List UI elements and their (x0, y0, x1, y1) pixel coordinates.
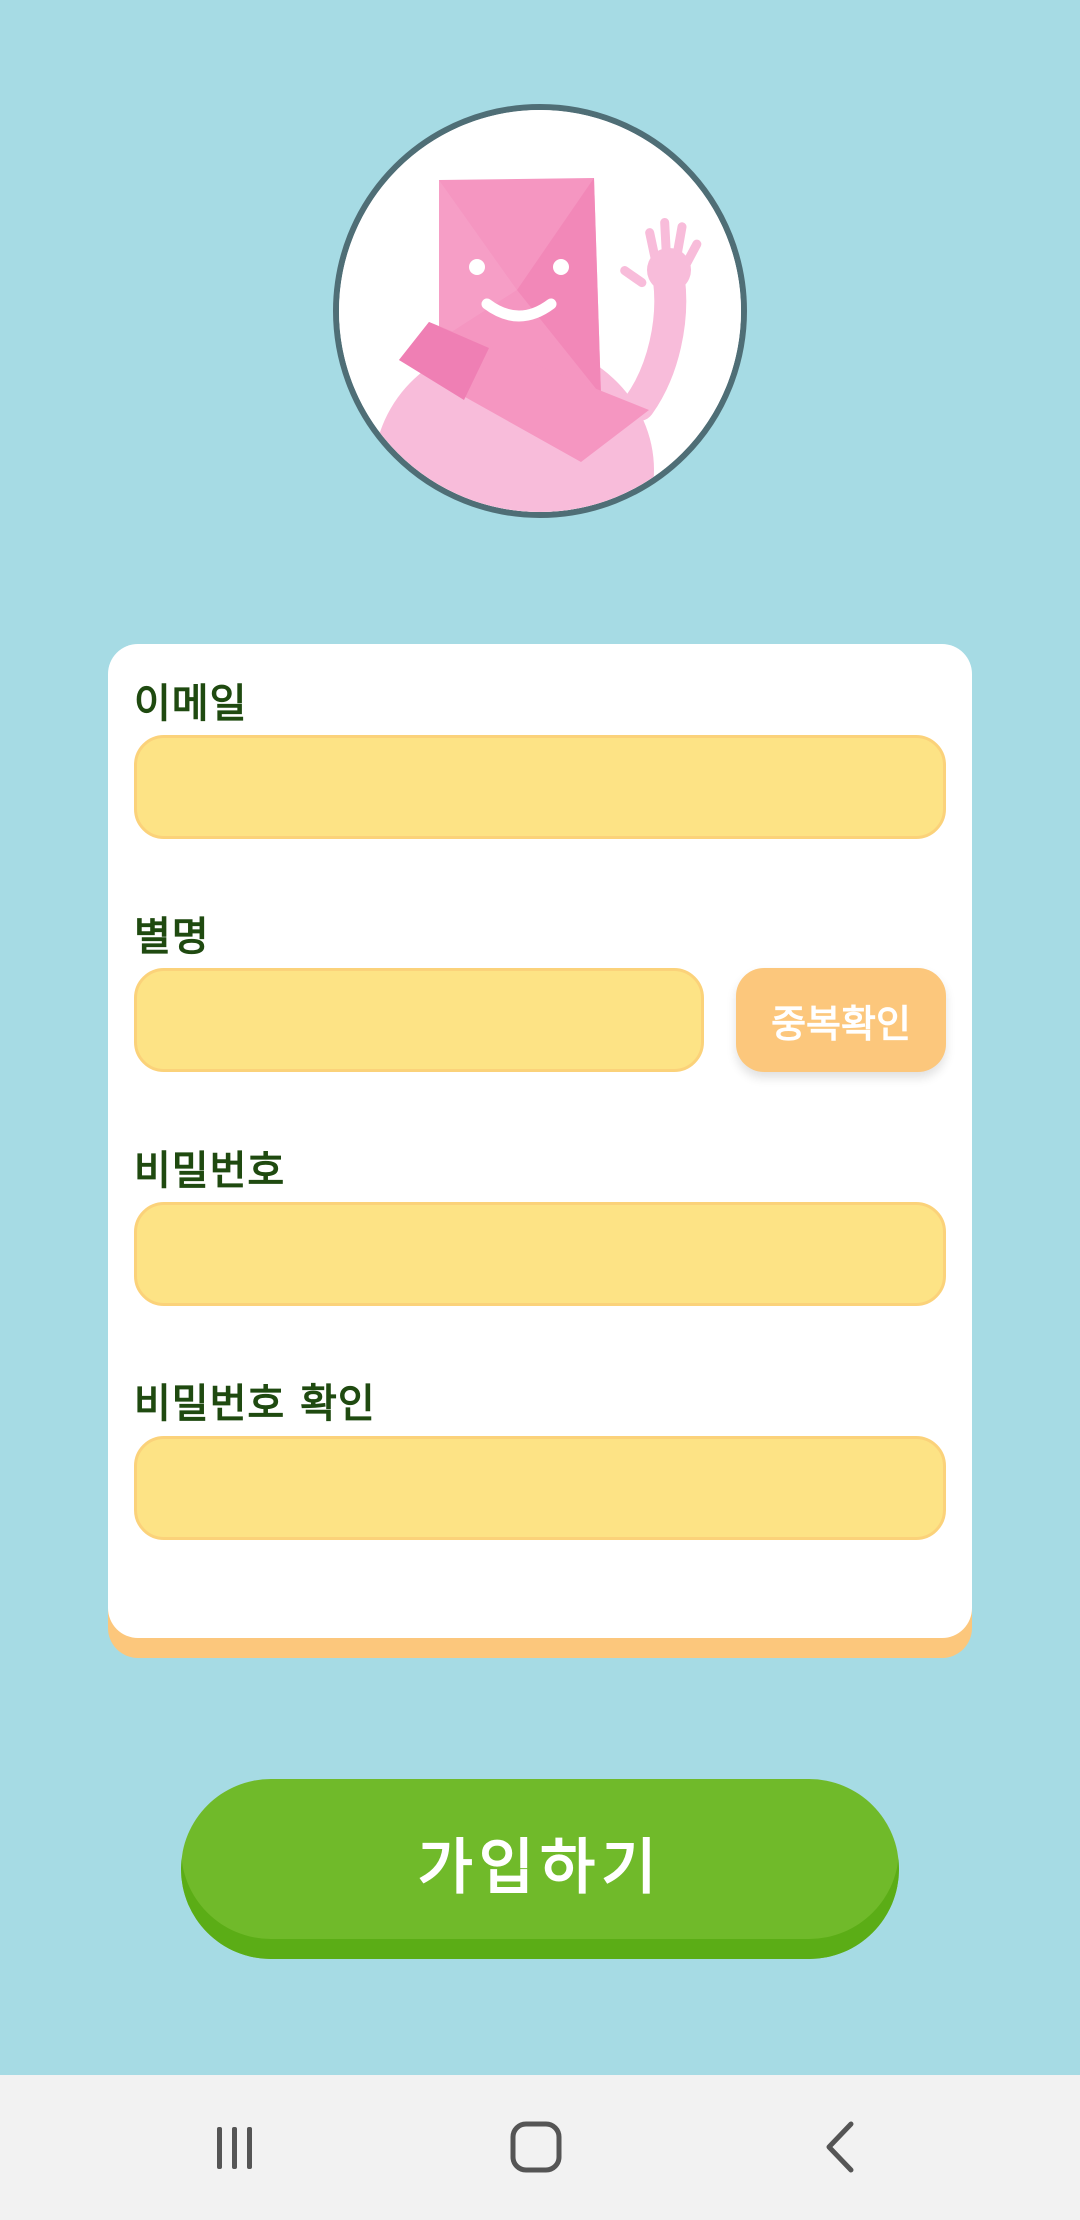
email-label: 이메일 (134, 681, 248, 727)
check-duplicate-button[interactable]: 중복확인 (736, 968, 946, 1072)
recent-apps-icon (217, 2127, 252, 2169)
waving-envelope-mascot-icon (339, 110, 741, 512)
signup-form-card: 이메일 별명 중복확인 비밀번호 비밀번호 확인 (108, 644, 972, 1638)
signup-button[interactable]: 가입하기 (181, 1779, 899, 1959)
back-icon (826, 2121, 854, 2173)
profile-avatar (333, 104, 747, 518)
back-button[interactable] (780, 2097, 900, 2197)
password-confirm-field[interactable] (134, 1436, 946, 1540)
nickname-label: 별명 (134, 914, 210, 960)
home-icon (510, 2121, 562, 2173)
system-navigation-bar (0, 2075, 1080, 2220)
recent-apps-button[interactable] (175, 2097, 295, 2197)
password-label: 비밀번호 (134, 1148, 286, 1194)
home-button[interactable] (476, 2097, 596, 2197)
password-field[interactable] (134, 1202, 946, 1306)
email-field[interactable] (134, 735, 946, 839)
nickname-field[interactable] (134, 968, 704, 1072)
password-confirm-label: 비밀번호 확인 (134, 1381, 376, 1427)
